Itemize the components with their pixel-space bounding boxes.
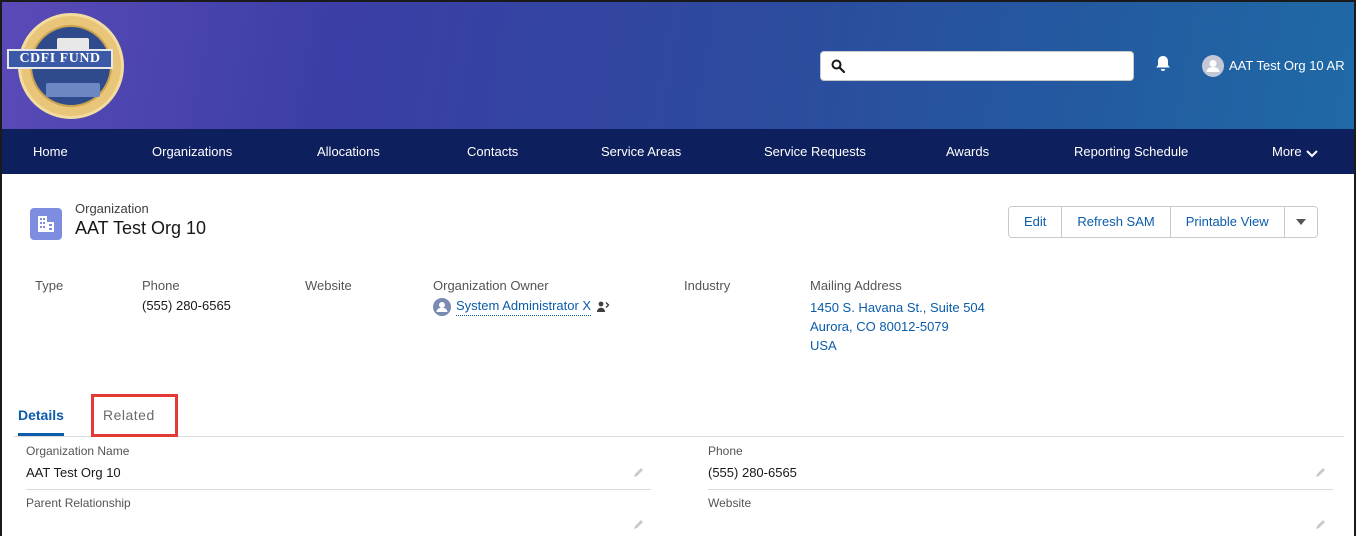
owner-link[interactable]: System Administrator X [456,298,592,316]
detail-phone-value: (555) 280-6565 [708,465,797,480]
edit-pencil-icon[interactable] [1314,519,1326,531]
phone-value: (555) 280-6565 [142,298,231,313]
more-actions-button[interactable] [1284,207,1317,237]
chevron-down-icon [1305,150,1318,158]
nav-more-label: More [1272,144,1302,159]
navigation-bar: Home Organizations Allocations Contacts … [2,129,1354,174]
owner-label: Organization Owner [433,278,549,293]
refresh-sam-button[interactable]: Refresh SAM [1062,207,1171,237]
global-search-input[interactable] [820,51,1134,81]
building-icon [38,216,54,232]
city-graphic [46,83,100,97]
caret-down-icon [1295,219,1306,225]
record-actions: Edit Refresh SAM Printable View [1008,206,1318,238]
app-frame: CDFI FUND AAT Test Org 10 AR Home Organi… [0,0,1356,536]
phone-label: Phone [142,278,180,293]
owner-avatar [433,298,451,316]
edit-button[interactable]: Edit [1009,207,1063,237]
industry-label: Industry [684,278,731,293]
edit-pencil-icon[interactable] [632,519,644,531]
website-label: Website [305,278,352,293]
org-name-value: AAT Test Org 10 [26,465,121,480]
user-name[interactable]: AAT Test Org 10 AR [1229,58,1345,73]
printable-view-button[interactable]: Printable View [1170,207,1285,237]
type-label: Type [35,278,64,293]
address-line-3: USA [810,338,837,353]
record-title: AAT Test Org 10 [75,218,207,238]
nav-item-organizations[interactable]: Organizations [152,144,232,159]
detail-website-label: Website [708,496,752,510]
nav-item-service-areas[interactable]: Service Areas [601,144,681,159]
field-divider [26,489,651,490]
nav-item-awards[interactable]: Awards [946,144,989,159]
address-line-1: 1450 S. Havana St., Suite 504 [810,300,985,315]
nav-item-service-requests[interactable]: Service Requests [764,144,866,159]
org-name-label: Organization Name [26,444,130,458]
mailing-address-link[interactable]: 1450 S. Havana St., Suite 504 Aurora, CO… [810,298,985,355]
edit-pencil-icon[interactable] [1314,467,1326,479]
search-icon [831,59,845,73]
user-avatar[interactable] [1202,55,1224,77]
highlight-box [91,394,178,437]
global-header: CDFI FUND AAT Test Org 10 AR [2,2,1354,129]
nav-more-menu[interactable]: More [1272,144,1318,159]
nav-item-home[interactable]: Home [33,144,68,159]
notification-bell-icon[interactable] [1155,55,1171,73]
edit-pencil-icon[interactable] [632,467,644,479]
tab-details[interactable]: Details [18,407,64,436]
tabs-divider [14,436,1344,437]
nav-item-contacts[interactable]: Contacts [467,144,518,159]
logo-text: CDFI FUND [7,49,113,69]
object-type-label: Organization [75,201,149,216]
user-icon [436,302,448,312]
owner-field: System Administrator X [433,298,610,316]
organization-object-icon [30,208,62,240]
parent-relationship-label: Parent Relationship [26,496,131,510]
detail-phone-label: Phone [708,444,743,458]
change-owner-icon[interactable] [596,300,610,314]
mailing-address-label: Mailing Address [810,278,902,293]
field-divider [708,489,1333,490]
nav-item-reporting-schedule[interactable]: Reporting Schedule [1074,144,1188,159]
address-line-2: Aurora, CO 80012-5079 [810,319,949,334]
nav-item-allocations[interactable]: Allocations [317,144,380,159]
cdfi-fund-logo[interactable]: CDFI FUND [7,13,124,119]
user-icon [1206,60,1220,72]
